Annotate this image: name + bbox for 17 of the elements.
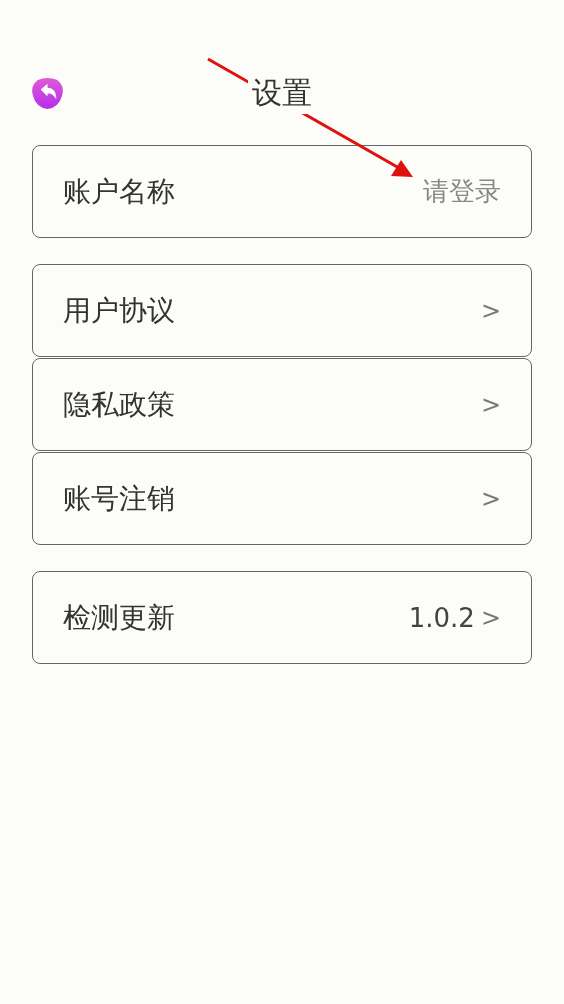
settings-row[interactable]: 账户名称 请登录 <box>32 145 532 238</box>
settings-row[interactable]: 检测更新 1.0.2 > <box>32 571 532 664</box>
settings-row[interactable]: 账号注销 > <box>32 452 532 545</box>
row-label: 隐私政策 <box>63 386 176 423</box>
chevron: > <box>480 603 501 632</box>
row-label: 账号注销 <box>63 480 176 517</box>
row-value: 请登录 <box>423 175 501 208</box>
settings-row[interactable]: 用户协议 > <box>32 264 532 357</box>
chevron: > <box>480 296 501 325</box>
row-value: 1.0.2 <box>408 602 475 633</box>
chevron: > <box>480 390 501 419</box>
settings-row[interactable]: 隐私政策 > <box>32 358 532 451</box>
row-label: 检测更新 <box>63 599 176 636</box>
row-label: 账户名称 <box>63 173 176 210</box>
back-icon[interactable] <box>30 76 65 111</box>
chevron: > <box>480 484 501 513</box>
row-label: 用户协议 <box>63 292 176 329</box>
